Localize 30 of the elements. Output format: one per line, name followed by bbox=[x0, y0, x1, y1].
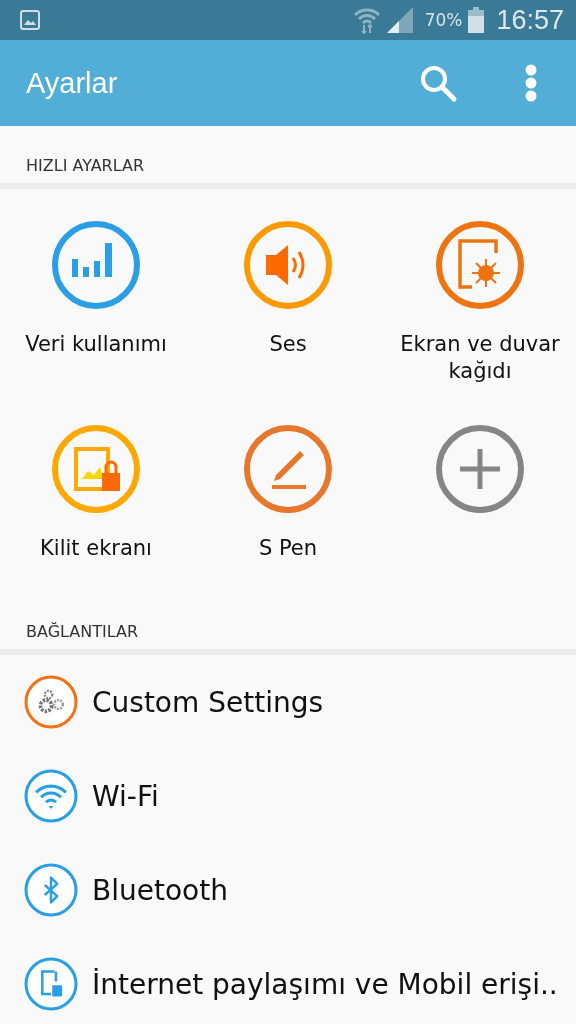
screen-title: Ayarlar bbox=[26, 66, 118, 100]
search-icon[interactable] bbox=[418, 63, 458, 103]
tile-label[interactable]: Veri kullanımı bbox=[11, 331, 181, 358]
settings-item[interactable]: Bluetooth bbox=[92, 873, 228, 907]
tile-label[interactable]: Ekran ve duvar kağıdı bbox=[395, 331, 565, 385]
picture-lock-icon[interactable] bbox=[50, 423, 142, 515]
bar-chart-icon[interactable] bbox=[50, 219, 142, 311]
picture-notification-icon bbox=[20, 10, 40, 30]
screen-brightness-icon[interactable] bbox=[434, 219, 526, 311]
bluetooth-icon[interactable] bbox=[23, 862, 79, 918]
tile-label[interactable]: Ses bbox=[203, 331, 373, 358]
settings-item[interactable]: İnternet paylaşımı ve Mobil erişi.. bbox=[92, 967, 558, 1001]
clock-time: 16:57 bbox=[496, 4, 564, 36]
add-icon[interactable] bbox=[434, 423, 526, 515]
tablet-signal-icon[interactable] bbox=[23, 956, 79, 1012]
section-header: BAĞLANTILAR bbox=[25, 621, 140, 643]
cell-signal-icon bbox=[386, 7, 413, 33]
gears-icon[interactable] bbox=[23, 674, 79, 730]
speaker-icon[interactable] bbox=[242, 219, 334, 311]
settings-item[interactable]: Custom Settings bbox=[92, 685, 323, 719]
wifi-icon[interactable] bbox=[23, 768, 79, 824]
pen-icon[interactable] bbox=[242, 423, 334, 515]
tile-label[interactable]: Kilit ekranı bbox=[11, 535, 181, 562]
wifi-signal-icon bbox=[352, 6, 381, 34]
settings-item[interactable]: Wi-Fi bbox=[92, 779, 159, 813]
battery-icon bbox=[468, 7, 485, 33]
section-header: HIZLI AYARLAR bbox=[25, 155, 146, 177]
more-options-icon[interactable] bbox=[524, 63, 538, 103]
battery-percent: 70% bbox=[424, 10, 463, 30]
tile-label[interactable]: S Pen bbox=[203, 535, 373, 562]
